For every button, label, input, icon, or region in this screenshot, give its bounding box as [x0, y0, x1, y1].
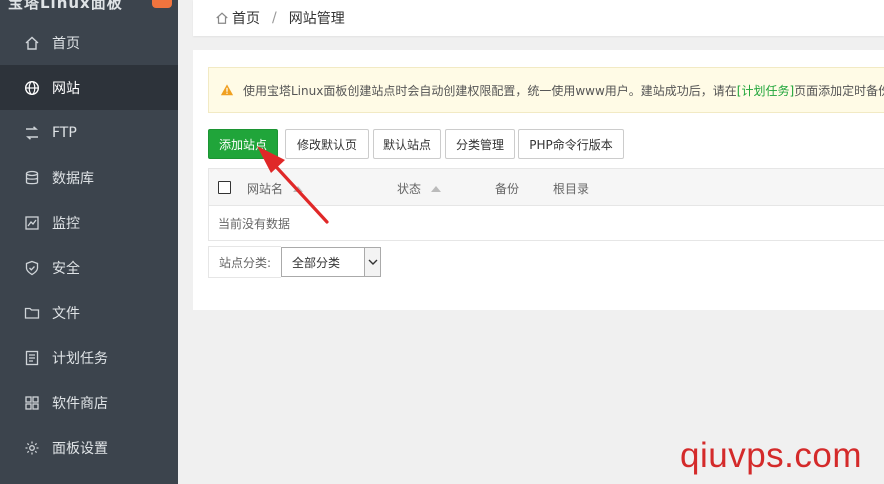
- sidebar-item-database[interactable]: 数据库: [0, 155, 178, 200]
- site-management-panel: 使用宝塔Linux面板创建站点时会自动创建权限配置，统一使用www用户。建站成功…: [193, 50, 884, 310]
- sidebar-item-label: 软件商店: [52, 395, 108, 412]
- column-header-backup: 备份: [495, 180, 519, 197]
- warning-icon: [220, 84, 234, 96]
- chevron-down-icon: [364, 248, 381, 276]
- home-icon: [216, 12, 228, 24]
- sidebar-item-monitor[interactable]: 监控: [0, 200, 178, 245]
- column-header-site-name[interactable]: 网站名: [247, 180, 304, 197]
- add-site-button[interactable]: 添加站点: [208, 129, 278, 159]
- home-icon: [24, 35, 40, 51]
- sidebar-item-label: 监控: [52, 215, 80, 232]
- database-icon: [24, 170, 40, 186]
- globe-icon: [24, 80, 40, 96]
- folder-icon: [24, 305, 40, 321]
- update-badge[interactable]: [152, 0, 172, 8]
- sidebar-item-files[interactable]: 文件: [0, 290, 178, 335]
- monitor-icon: [24, 215, 40, 231]
- category-manage-button[interactable]: 分类管理: [445, 129, 515, 159]
- sidebar-item-home[interactable]: 首页: [0, 20, 178, 65]
- table-empty-row: 当前没有数据: [208, 206, 884, 241]
- notice-banner: 使用宝塔Linux面板创建站点时会自动创建权限配置，统一使用www用户。建站成功…: [208, 67, 884, 113]
- sidebar-logo: 宝塔Linux面板: [8, 0, 123, 12]
- sidebar-item-label: 首页: [52, 35, 80, 52]
- cron-task-link[interactable]: [计划任务]: [737, 82, 794, 99]
- sidebar-item-cron[interactable]: 计划任务: [0, 335, 178, 380]
- site-category-filter: 站点分类: 全部分类: [208, 246, 382, 278]
- filter-label: 站点分类:: [208, 246, 282, 278]
- ftp-icon: [24, 125, 40, 141]
- breadcrumb-separator: /: [272, 10, 277, 26]
- column-header-status[interactable]: 状态: [397, 180, 442, 197]
- category-select-value: 全部分类: [292, 255, 341, 270]
- list-icon: [24, 350, 40, 366]
- select-all-checkbox[interactable]: [218, 181, 231, 194]
- column-label: 状态: [397, 182, 422, 196]
- sidebar-item-store[interactable]: 软件商店: [0, 380, 178, 425]
- watermark: qiuvps.com: [680, 436, 863, 475]
- sidebar-item-label: 文件: [52, 305, 80, 322]
- breadcrumb: 首页 / 网站管理: [193, 0, 884, 36]
- sidebar-item-website[interactable]: 网站: [0, 65, 178, 110]
- sidebar-item-label: 面板设置: [52, 440, 108, 457]
- notice-text: 使用宝塔Linux面板创建站点时会自动创建权限配置，统一使用www用户。建站成功…: [243, 83, 737, 98]
- sidebar-item-label: 网站: [52, 80, 80, 97]
- sidebar-header: 宝塔Linux面板: [0, 0, 178, 20]
- category-select[interactable]: 全部分类: [281, 247, 382, 277]
- sidebar: 宝塔Linux面板 首页 网站 FTP 数据库 监控 安全 文件 计划任务 软件…: [0, 0, 178, 484]
- php-cli-version-button[interactable]: PHP命令行版本: [518, 129, 624, 159]
- breadcrumb-current: 网站管理: [288, 11, 345, 27]
- edit-default-page-button[interactable]: 修改默认页: [285, 129, 369, 159]
- column-label: 网站名: [247, 182, 284, 196]
- column-label: 备份: [495, 182, 520, 196]
- default-site-button[interactable]: 默认站点: [373, 129, 441, 159]
- sidebar-item-label: 安全: [52, 260, 80, 277]
- shield-icon: [24, 260, 40, 276]
- notice-text-tail: 页面添加定时备份: [794, 83, 884, 98]
- column-header-root-dir: 根目录: [553, 180, 589, 197]
- gear-icon: [24, 440, 40, 456]
- sidebar-item-settings[interactable]: 面板设置: [0, 425, 178, 470]
- site-table-header: 网站名 状态 备份 根目录: [208, 168, 884, 206]
- sidebar-item-security[interactable]: 安全: [0, 245, 178, 290]
- sidebar-item-ftp[interactable]: FTP: [0, 110, 178, 155]
- sidebar-item-label: FTP: [52, 124, 77, 141]
- sort-icon: [293, 185, 304, 192]
- sort-icon: [431, 185, 442, 192]
- grid-icon: [24, 395, 40, 411]
- sidebar-item-label: 数据库: [52, 170, 94, 187]
- column-label: 根目录: [553, 182, 590, 196]
- sidebar-item-label: 计划任务: [52, 350, 108, 367]
- breadcrumb-home-link[interactable]: 首页: [232, 8, 260, 28]
